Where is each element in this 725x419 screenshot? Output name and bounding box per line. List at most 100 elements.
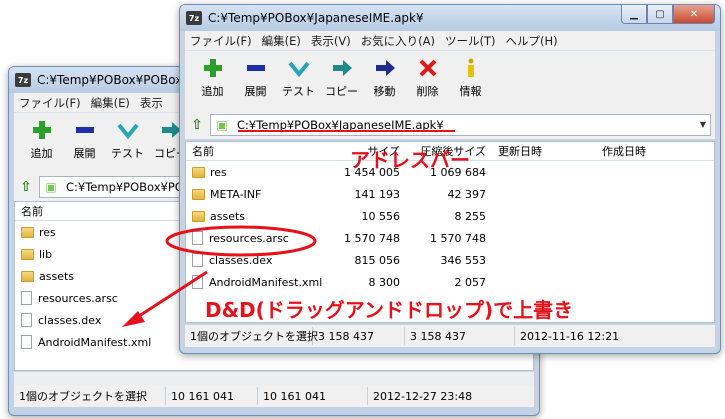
delete-x-icon (417, 55, 439, 81)
file-size: 8 300 (368, 275, 401, 289)
back-menu-file[interactable]: ファイル(F) (14, 95, 86, 111)
menu-file[interactable]: ファイル(F) (185, 33, 257, 49)
info-button[interactable]: 情報 (449, 51, 492, 111)
file-name: assets (39, 269, 75, 283)
col-created[interactable]: 作成日時 (596, 143, 706, 159)
back-test-label: テスト (111, 147, 144, 160)
folder-icon (21, 270, 34, 282)
close-button[interactable]: ✕ (673, 5, 715, 24)
checkmark-icon (287, 55, 310, 81)
file-name: AndroidManifest.xml (209, 275, 323, 289)
extract-button[interactable]: 展開 (234, 51, 277, 111)
file-icon (192, 231, 203, 245)
minus-icon (74, 117, 96, 143)
move-label: 移動 (373, 85, 396, 98)
plus-icon (202, 55, 224, 81)
file-name: res (39, 225, 56, 239)
file-icon (192, 275, 203, 289)
col-name[interactable]: 名前 (186, 143, 328, 159)
address-text: C:¥Temp¥POBox¥JapaneseIME.apk¥ (237, 118, 444, 132)
android-icon: ▣ (45, 180, 57, 194)
menu-edit[interactable]: 編集(E) (257, 33, 306, 49)
file-packed-size: 346 553 (440, 253, 487, 267)
back-extract-label: 展開 (73, 147, 96, 160)
back-status-packed: 10 161 041 (258, 387, 368, 405)
file-name: META-INF (210, 187, 262, 201)
file-icon (21, 291, 32, 305)
copy-button[interactable]: コピー (320, 51, 363, 111)
up-folder-icon[interactable]: ⇧ (17, 178, 35, 196)
test-button[interactable]: テスト (277, 51, 320, 111)
folder-icon (21, 248, 34, 260)
address-bar-annotation: アドレスバー (350, 148, 470, 172)
file-packed-size: 1 570 748 (430, 231, 486, 245)
file-name: assets (210, 209, 246, 223)
folder-icon (192, 166, 205, 178)
table-row[interactable]: AndroidManifest.xml 8 300 2 057 (186, 271, 714, 293)
table-row[interactable]: resources.arsc 1 570 748 1 570 748 (186, 227, 714, 249)
menu-tools[interactable]: ツール(T) (440, 33, 501, 49)
move-button[interactable]: 移動 (363, 51, 406, 111)
copy-label: コピー (325, 85, 358, 98)
test-label: テスト (282, 85, 315, 98)
back-status-selection: 1個のオブジェクトを選択 (14, 387, 166, 405)
back-menu-view[interactable]: 表示 (135, 95, 168, 111)
file-packed-size: 2 057 (454, 275, 487, 289)
maximize-button[interactable]: ▢ (647, 5, 673, 24)
android-icon: ▣ (216, 118, 228, 132)
table-row[interactable]: assets 10 556 8 255 (186, 205, 714, 227)
back-status-date: 2012-12-27 23:48 (373, 389, 473, 403)
file-size: 815 056 (354, 253, 401, 267)
back-add-label: 追加 (30, 147, 53, 160)
file-size: 1 570 748 (344, 231, 400, 245)
file-icon (192, 253, 203, 267)
file-name: resources.arsc (209, 231, 289, 245)
back-status-size: 10 161 041 (166, 387, 258, 405)
menu-view[interactable]: 表示(V) (306, 33, 356, 49)
info-icon (460, 55, 482, 81)
address-field[interactable]: ▣ C:¥Temp¥POBox¥JapaneseIME.apk¥ ▼ (210, 114, 711, 136)
back-horizontal-scrollbar[interactable] (14, 371, 534, 385)
file-packed-size: 42 397 (447, 187, 487, 201)
drag-drop-annotation: D&D(ドラッグアンドドロップ)で上書き (205, 298, 574, 322)
file-name: AndroidManifest.xml (38, 335, 152, 349)
folder-icon (192, 188, 205, 200)
front-address-bar: ⇧ ▣ C:¥Temp¥POBox¥JapaneseIME.apk¥ ▼ (185, 111, 715, 139)
7zip-app-icon: 7z (15, 73, 31, 87)
status-selection: 1個のオブジェクトを選択 (185, 327, 318, 345)
back-extract-button[interactable]: 展開 (63, 113, 106, 173)
back-test-button[interactable]: テスト (106, 113, 149, 173)
front-menu-bar: ファイル(F) 編集(E) 表示(V) お気に入り(A) ツール(T) ヘルプ(… (185, 31, 715, 51)
col-modified[interactable]: 更新日時 (492, 143, 596, 159)
menu-favorites[interactable]: お気に入り(A) (356, 33, 440, 49)
add-button[interactable]: 追加 (191, 51, 234, 111)
add-label: 追加 (201, 85, 224, 98)
up-folder-icon[interactable]: ⇧ (188, 116, 206, 134)
window-controls: ▁ ▢ ✕ (621, 5, 715, 25)
back-window-title: C:¥Temp¥POBox¥POBox (37, 73, 183, 87)
copy-arrow-icon (331, 55, 353, 81)
status-packed: 3 158 437 (405, 327, 515, 345)
status-date: 2012-11-16 12:21 (520, 329, 620, 343)
plus-icon (31, 117, 53, 143)
delete-button[interactable]: 削除 (406, 51, 449, 111)
front-status-bar: 1個のオブジェクトを選択 3 158 437 3 158 437 2012-11… (185, 325, 715, 347)
file-name: classes.dex (209, 253, 273, 267)
menu-help[interactable]: ヘルプ(H) (501, 33, 563, 49)
extract-label: 展開 (244, 85, 267, 98)
7zip-app-icon: 7z (186, 11, 202, 25)
minimize-button[interactable]: ▁ (621, 5, 647, 24)
table-row[interactable]: META-INF 141 193 42 397 (186, 183, 714, 205)
chevron-down-icon[interactable]: ▼ (700, 120, 706, 129)
back-menu-edit[interactable]: 編集(E) (86, 95, 135, 111)
back-add-button[interactable]: 追加 (20, 113, 63, 173)
file-packed-size: 8 255 (454, 209, 487, 223)
folder-icon (21, 226, 34, 238)
file-size: 141 193 (354, 187, 401, 201)
file-size: 10 556 (361, 209, 401, 223)
file-name: classes.dex (38, 313, 102, 327)
file-name: lib (39, 247, 53, 261)
minus-icon (245, 55, 267, 81)
table-row[interactable]: classes.dex 815 056 346 553 (186, 249, 714, 271)
file-name: res (210, 165, 227, 179)
